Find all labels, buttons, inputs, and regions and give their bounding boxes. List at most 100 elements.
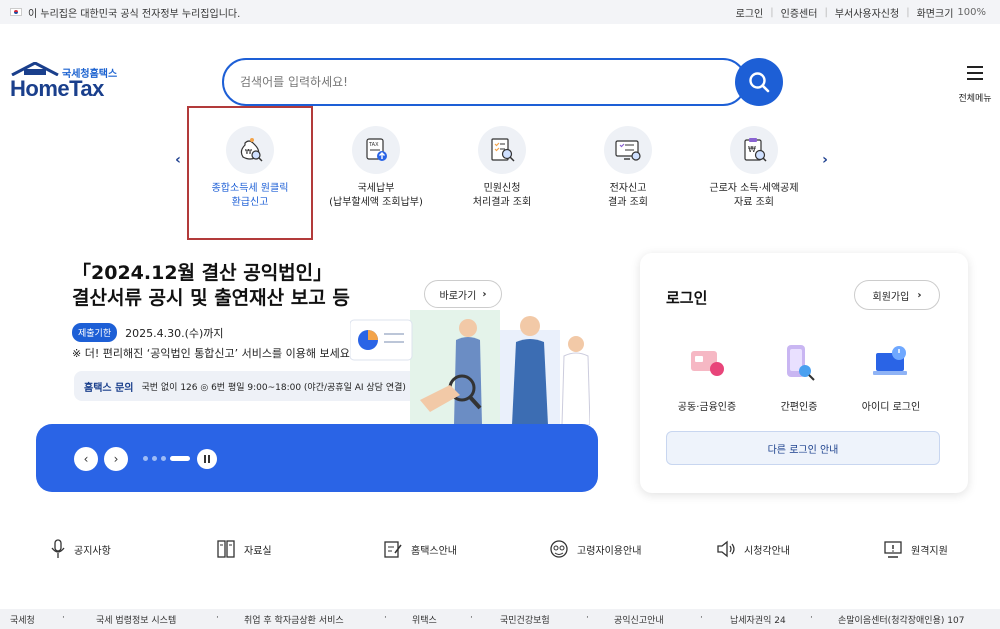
laptop-power-icon <box>873 346 907 375</box>
svg-text:₩: ₩ <box>748 145 756 154</box>
quick-link-label: 자료실 <box>244 545 272 557</box>
login-option-simple-auth[interactable]: 간편인증 <box>754 343 844 413</box>
login-card: 로그인 회원가입 › 공동·금융인증 간편인증 아이디 로그인 다른 로그인 안… <box>640 253 968 493</box>
quick-item-worker-deduction[interactable]: ₩ 근로자 소득·세액공제 자료 조회 <box>689 126 819 210</box>
pagination-dot[interactable] <box>152 456 157 461</box>
login-option-id-login[interactable]: 아이디 로그인 <box>846 343 936 413</box>
footer-dot: · <box>216 613 219 623</box>
logo-text: HomeTax <box>10 76 104 101</box>
quick-item-label: 민원신청 <box>483 183 521 194</box>
zoom-label[interactable]: 화면크기 <box>917 5 954 20</box>
tax-document-upload-icon: TAX <box>352 126 400 174</box>
monitor-checklist-icon <box>604 126 652 174</box>
clipboard-won-search-icon: ₩ <box>730 126 778 174</box>
quick-links-bar: 공지사항 자료실 홈택스안내 고령자이용안내 시청각안내 원격지원 <box>0 536 1000 562</box>
contact-label: 홈택스 문의 <box>84 382 134 394</box>
footer-link[interactable]: 국민건강보험 <box>500 613 550 626</box>
quick-item-label: 국세납부 <box>357 183 395 194</box>
top-link-login[interactable]: 로그인 <box>736 5 764 20</box>
footer-link[interactable]: 납세자권익 24 <box>730 613 786 626</box>
pagination-dot[interactable] <box>143 456 148 461</box>
deadline-date: 2025.4.30.(수)까지 <box>125 326 224 340</box>
senior-person-icon <box>549 539 569 559</box>
document-pen-icon <box>383 539 403 559</box>
full-menu-label: 전체메뉴 <box>958 94 992 104</box>
search-input[interactable] <box>240 75 700 89</box>
divider: | <box>906 6 910 18</box>
footer-link[interactable]: 국세 법령정보 시스템 <box>96 613 176 626</box>
house-roof-icon <box>11 62 59 76</box>
quick-item-e-filing-result[interactable]: 전자신고 결과 조회 <box>563 126 693 210</box>
quick-link-label: 공지사항 <box>74 545 111 557</box>
footer-link[interactable]: 공익신고안내 <box>614 613 664 626</box>
quick-link-notice[interactable]: 공지사항 <box>50 536 111 562</box>
footer-dot: · <box>700 613 703 623</box>
login-option-certificate[interactable]: 공동·금융인증 <box>662 343 752 413</box>
signup-label: 회원가입 <box>872 291 910 303</box>
chevron-left-icon: ‹ <box>175 152 181 168</box>
footer-link[interactable]: 손말이음센터(청각장애인용) 107 <box>838 613 964 626</box>
banner-deadline: 제출기한 2025.4.30.(수)까지 <box>72 323 224 342</box>
footer-dot: · <box>810 613 813 623</box>
quick-link-senior-guide[interactable]: 고령자이용안내 <box>549 536 641 562</box>
banner-prev-button[interactable]: ‹ <box>74 447 98 471</box>
pause-icon <box>204 455 210 463</box>
quick-link-label: 원격지원 <box>911 545 948 557</box>
search-button[interactable] <box>735 58 783 106</box>
top-links: 로그인 | 인증센터 | 부서사용자신청 | 화면크기 100% <box>736 0 986 24</box>
banner-pause-button[interactable] <box>197 449 217 469</box>
related-sites-footer: 국세청 · 국세 법령정보 시스템 · 취업 후 학자금상환 서비스 · 위택스… <box>0 609 1000 629</box>
quick-item-label: (납부할세액 조회납부) <box>329 197 423 208</box>
pagination-dot-active[interactable] <box>170 456 190 461</box>
quick-item-tax-payment[interactable]: TAX 국세납부 (납부할세액 조회납부) <box>311 126 441 210</box>
hometax-logo[interactable]: 국세청홈택스 HomeTax <box>10 62 120 102</box>
quick-item-label: 근로자 소득·세액공제 <box>709 183 799 194</box>
highlight-outline <box>187 106 313 240</box>
quick-link-remote-support[interactable]: 원격지원 <box>883 536 948 562</box>
hamburger-icon <box>967 66 983 80</box>
banner-title-line2: 결산서류 공시 및 출연재산 보고 등 <box>72 287 350 309</box>
quick-link-label: 고령자이용안내 <box>577 545 642 557</box>
quick-link-label: 홈택스안내 <box>411 545 457 557</box>
business-people-illustration <box>350 310 590 425</box>
footer-dot: · <box>384 613 387 623</box>
quick-item-label: 처리결과 조회 <box>472 197 532 208</box>
search-box <box>222 58 747 106</box>
zoom-value[interactable]: 100% <box>957 7 986 18</box>
login-option-label: 아이디 로그인 <box>861 402 921 413</box>
quick-item-label: 전자신고 <box>609 183 647 194</box>
chevron-right-icon: › <box>917 289 922 301</box>
remote-monitor-icon <box>883 539 903 559</box>
full-menu-button[interactable]: 전체메뉴 <box>955 66 995 104</box>
footer-link[interactable]: 취업 후 학자금상환 서비스 <box>244 613 344 626</box>
gov-notice-text: 이 누리집은 대한민국 공식 전자정부 누리집입니다. <box>28 8 241 20</box>
chevron-right-icon: › <box>822 152 828 168</box>
svg-text:TAX: TAX <box>368 142 379 148</box>
banner-note: ※ 더! 편리해진 ‘공익법인 통합신고’ 서비스를 이용해 보세요! <box>72 347 355 360</box>
archive-icon <box>216 539 236 559</box>
speaker-icon <box>716 539 736 559</box>
banner-next-button[interactable]: › <box>104 447 128 471</box>
chevron-left-icon: ‹ <box>83 452 89 466</box>
quick-link-label: 시청각안내 <box>744 545 790 557</box>
quick-item-label: 자료 조회 <box>734 197 774 208</box>
quick-link-audiovisual-guide[interactable]: 시청각안내 <box>716 536 790 562</box>
other-login-guide-button[interactable]: 다른 로그인 안내 <box>666 431 940 465</box>
top-link-cert-center[interactable]: 인증센터 <box>781 5 818 20</box>
signup-button[interactable]: 회원가입 › <box>854 280 940 310</box>
quick-item-civil-application[interactable]: 민원신청 처리결과 조회 <box>437 126 567 210</box>
deadline-badge: 제출기한 <box>72 323 118 342</box>
top-link-dept-user[interactable]: 부서사용자신청 <box>835 5 899 20</box>
footer-dot: · <box>470 613 473 623</box>
quick-link-hometax-guide[interactable]: 홈택스안내 <box>383 536 457 562</box>
footer-dot: · <box>586 613 589 623</box>
quick-menu-next-button[interactable]: › <box>815 150 835 170</box>
banner-pagination <box>143 456 194 461</box>
login-option-label: 간편인증 <box>780 402 818 413</box>
pagination-dot[interactable] <box>161 456 166 461</box>
quick-link-archive[interactable]: 자료실 <box>216 536 272 562</box>
checklist-search-icon <box>478 126 526 174</box>
footer-link[interactable]: 위택스 <box>412 613 437 626</box>
divider: | <box>824 6 828 18</box>
footer-link[interactable]: 국세청 <box>10 613 35 626</box>
